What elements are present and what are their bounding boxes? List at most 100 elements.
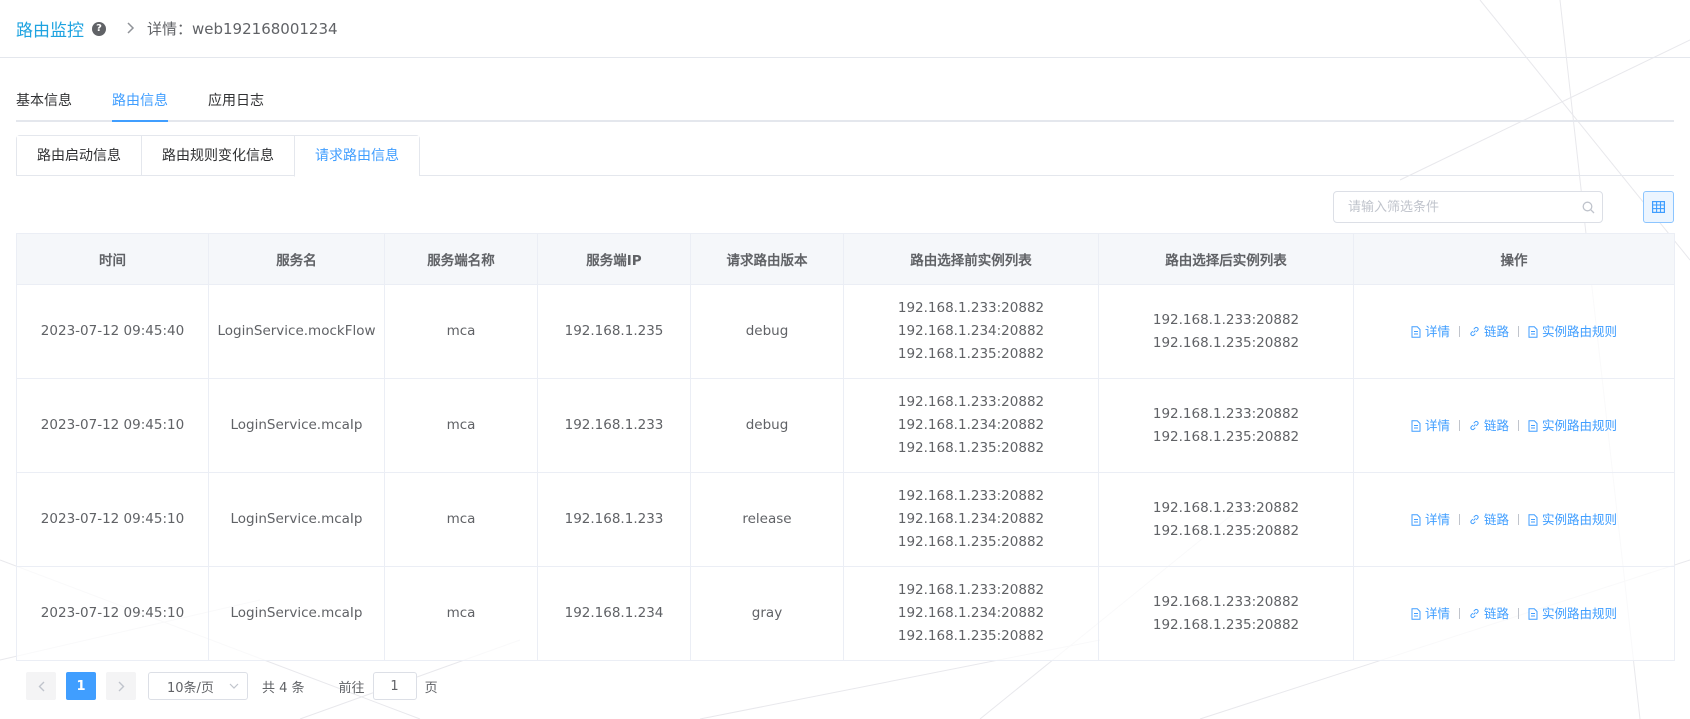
column-header: 时间 (16, 233, 209, 285)
pagination: 1 10条/页 共 4 条 前往 页 (26, 672, 438, 700)
cell-actions: 详情 链路 实例路由规则 (1353, 378, 1675, 473)
filter-input[interactable] (1334, 192, 1574, 222)
trace-link[interactable]: 链路 (1469, 508, 1509, 531)
chevron-right-icon (126, 20, 135, 38)
sub-tabs: 路由启动信息 路由规则变化信息 请求路由信息 (16, 135, 1674, 177)
trace-link[interactable]: 链路 (1469, 320, 1509, 343)
cell-actions: 详情 链路 实例路由规则 (1353, 284, 1675, 379)
cell-server-ip: 192.168.1.233 (537, 378, 691, 473)
instance-rule-link[interactable]: 实例路由规则 (1528, 320, 1617, 343)
instance-item: 192.168.1.233:20882 (1152, 593, 1300, 610)
sub-tab-group: 路由启动信息 路由规则变化信息 请求路由信息 (16, 135, 420, 177)
page-number-button[interactable]: 1 (66, 672, 96, 700)
instance-item: 192.168.1.233:20882 (1152, 405, 1300, 422)
cell-server-name: mca (384, 472, 538, 567)
cell-before-list: 192.168.1.233:20882 192.168.1.234:20882 … (843, 378, 1099, 473)
cell-server-ip: 192.168.1.234 (537, 566, 691, 661)
cell-before-list: 192.168.1.233:20882 192.168.1.234:20882 … (843, 566, 1099, 661)
main-tabs: 基本信息 路由信息 应用日志 (16, 84, 1674, 122)
action-divider (1458, 514, 1460, 525)
action-divider (1518, 420, 1519, 431)
action-divider (1458, 608, 1460, 619)
tab-basic-info[interactable]: 基本信息 (16, 84, 72, 120)
link-icon (1470, 326, 1479, 337)
detail-link[interactable]: 详情 (1411, 602, 1450, 625)
action-divider (1458, 326, 1460, 337)
cell-service: LoginService.mcaIp (208, 566, 385, 661)
cell-before-list: 192.168.1.233:20882 192.168.1.234:20882 … (843, 284, 1099, 379)
detail-link[interactable]: 详情 (1411, 414, 1450, 437)
instance-rule-link[interactable]: 实例路由规则 (1528, 602, 1617, 625)
total-count: 共 4 条 (262, 680, 305, 696)
page: 路由监控 ? 详情：web192168001234 基本信息 路由信息 应用日志… (0, 0, 1690, 700)
action-divider (1518, 608, 1519, 619)
cell-service: LoginService.mcaIp (208, 472, 385, 567)
breadcrumb-detail: 详情：web192168001234 (147, 20, 338, 38)
grid-view-button[interactable] (1643, 191, 1674, 223)
breadcrumb-root-link[interactable]: 路由监控 (16, 16, 84, 41)
column-header: 路由选择后实例列表 (1098, 233, 1354, 285)
document-icon (1411, 419, 1421, 432)
cell-version: gray (690, 566, 844, 661)
document-icon (1528, 419, 1538, 432)
trace-link[interactable]: 链路 (1469, 602, 1509, 625)
table-header-row: 时间 服务名 服务端名称 服务端IP 请求路由版本 路由选择前实例列表 路由选择… (16, 233, 1675, 285)
subtab-route-rule-change[interactable]: 路由规则变化信息 (141, 136, 294, 175)
subtab-route-startup[interactable]: 路由启动信息 (17, 136, 141, 175)
cell-after-list: 192.168.1.233:20882 192.168.1.235:20882 (1098, 284, 1354, 379)
tab-route-info[interactable]: 路由信息 (112, 84, 168, 122)
next-page-button[interactable] (106, 672, 136, 700)
cell-server-name: mca (384, 566, 538, 661)
detail-link[interactable]: 详情 (1411, 320, 1450, 343)
cell-server-ip: 192.168.1.233 (537, 472, 691, 567)
column-header: 服务端名称 (384, 233, 538, 285)
page-size-select[interactable]: 10条/页 (148, 672, 248, 700)
action-divider (1518, 514, 1519, 525)
filter-input-wrapper (1333, 191, 1603, 223)
instance-item: 192.168.1.234:20882 (897, 605, 1045, 621)
table-row: 2023-07-12 09:45:10 LoginService.mcaIp m… (16, 378, 1675, 473)
instance-item: 192.168.1.235:20882 (1152, 428, 1300, 445)
instance-item: 192.168.1.233:20882 (897, 394, 1045, 410)
instance-rule-link[interactable]: 实例路由规则 (1528, 414, 1617, 437)
cell-server-name: mca (384, 284, 538, 379)
cell-version: debug (690, 284, 844, 379)
document-icon (1528, 607, 1538, 620)
column-header: 服务端IP (537, 233, 691, 285)
instance-item: 192.168.1.235:20882 (897, 440, 1045, 456)
subtab-request-route[interactable]: 请求路由信息 (294, 136, 419, 177)
action-divider (1518, 326, 1519, 337)
cell-before-list: 192.168.1.233:20882 192.168.1.234:20882 … (843, 472, 1099, 567)
instance-item: 192.168.1.233:20882 (1152, 499, 1300, 516)
table-row: 2023-07-12 09:45:40 LoginService.mockFlo… (16, 284, 1675, 379)
link-icon (1470, 608, 1479, 619)
breadcrumb: 路由监控 ? 详情：web192168001234 (0, 0, 1690, 58)
cell-service: LoginService.mcaIp (208, 378, 385, 473)
page-size-value: 10条/页 (167, 680, 214, 696)
instance-item: 192.168.1.233:20882 (897, 300, 1045, 316)
grid-view-icon (1652, 198, 1666, 217)
instance-item: 192.168.1.234:20882 (897, 417, 1045, 433)
table-row: 2023-07-12 09:45:10 LoginService.mcaIp m… (16, 472, 1675, 567)
goto-page-input[interactable] (372, 672, 417, 700)
tab-app-log[interactable]: 应用日志 (208, 84, 264, 120)
help-icon[interactable]: ? (92, 21, 106, 36)
instance-rule-link[interactable]: 实例路由规则 (1528, 508, 1617, 531)
instance-item: 192.168.1.233:20882 (897, 488, 1045, 504)
cell-time: 2023-07-12 09:45:10 (16, 378, 209, 473)
chevron-left-icon (38, 681, 44, 691)
prev-page-button[interactable] (26, 672, 56, 700)
instance-item: 192.168.1.234:20882 (897, 323, 1045, 339)
column-header: 请求路由版本 (690, 233, 844, 285)
chevron-down-icon (229, 683, 239, 689)
column-header: 服务名 (208, 233, 385, 285)
page-unit-label: 页 (424, 680, 438, 696)
instance-item: 192.168.1.235:20882 (1152, 522, 1300, 539)
chevron-right-icon (118, 681, 124, 691)
instance-item: 192.168.1.235:20882 (897, 628, 1045, 644)
detail-link[interactable]: 详情 (1411, 508, 1450, 531)
trace-link[interactable]: 链路 (1469, 414, 1509, 437)
cell-after-list: 192.168.1.233:20882 192.168.1.235:20882 (1098, 378, 1354, 473)
search-icon[interactable] (1574, 201, 1602, 214)
cell-version: release (690, 472, 844, 567)
